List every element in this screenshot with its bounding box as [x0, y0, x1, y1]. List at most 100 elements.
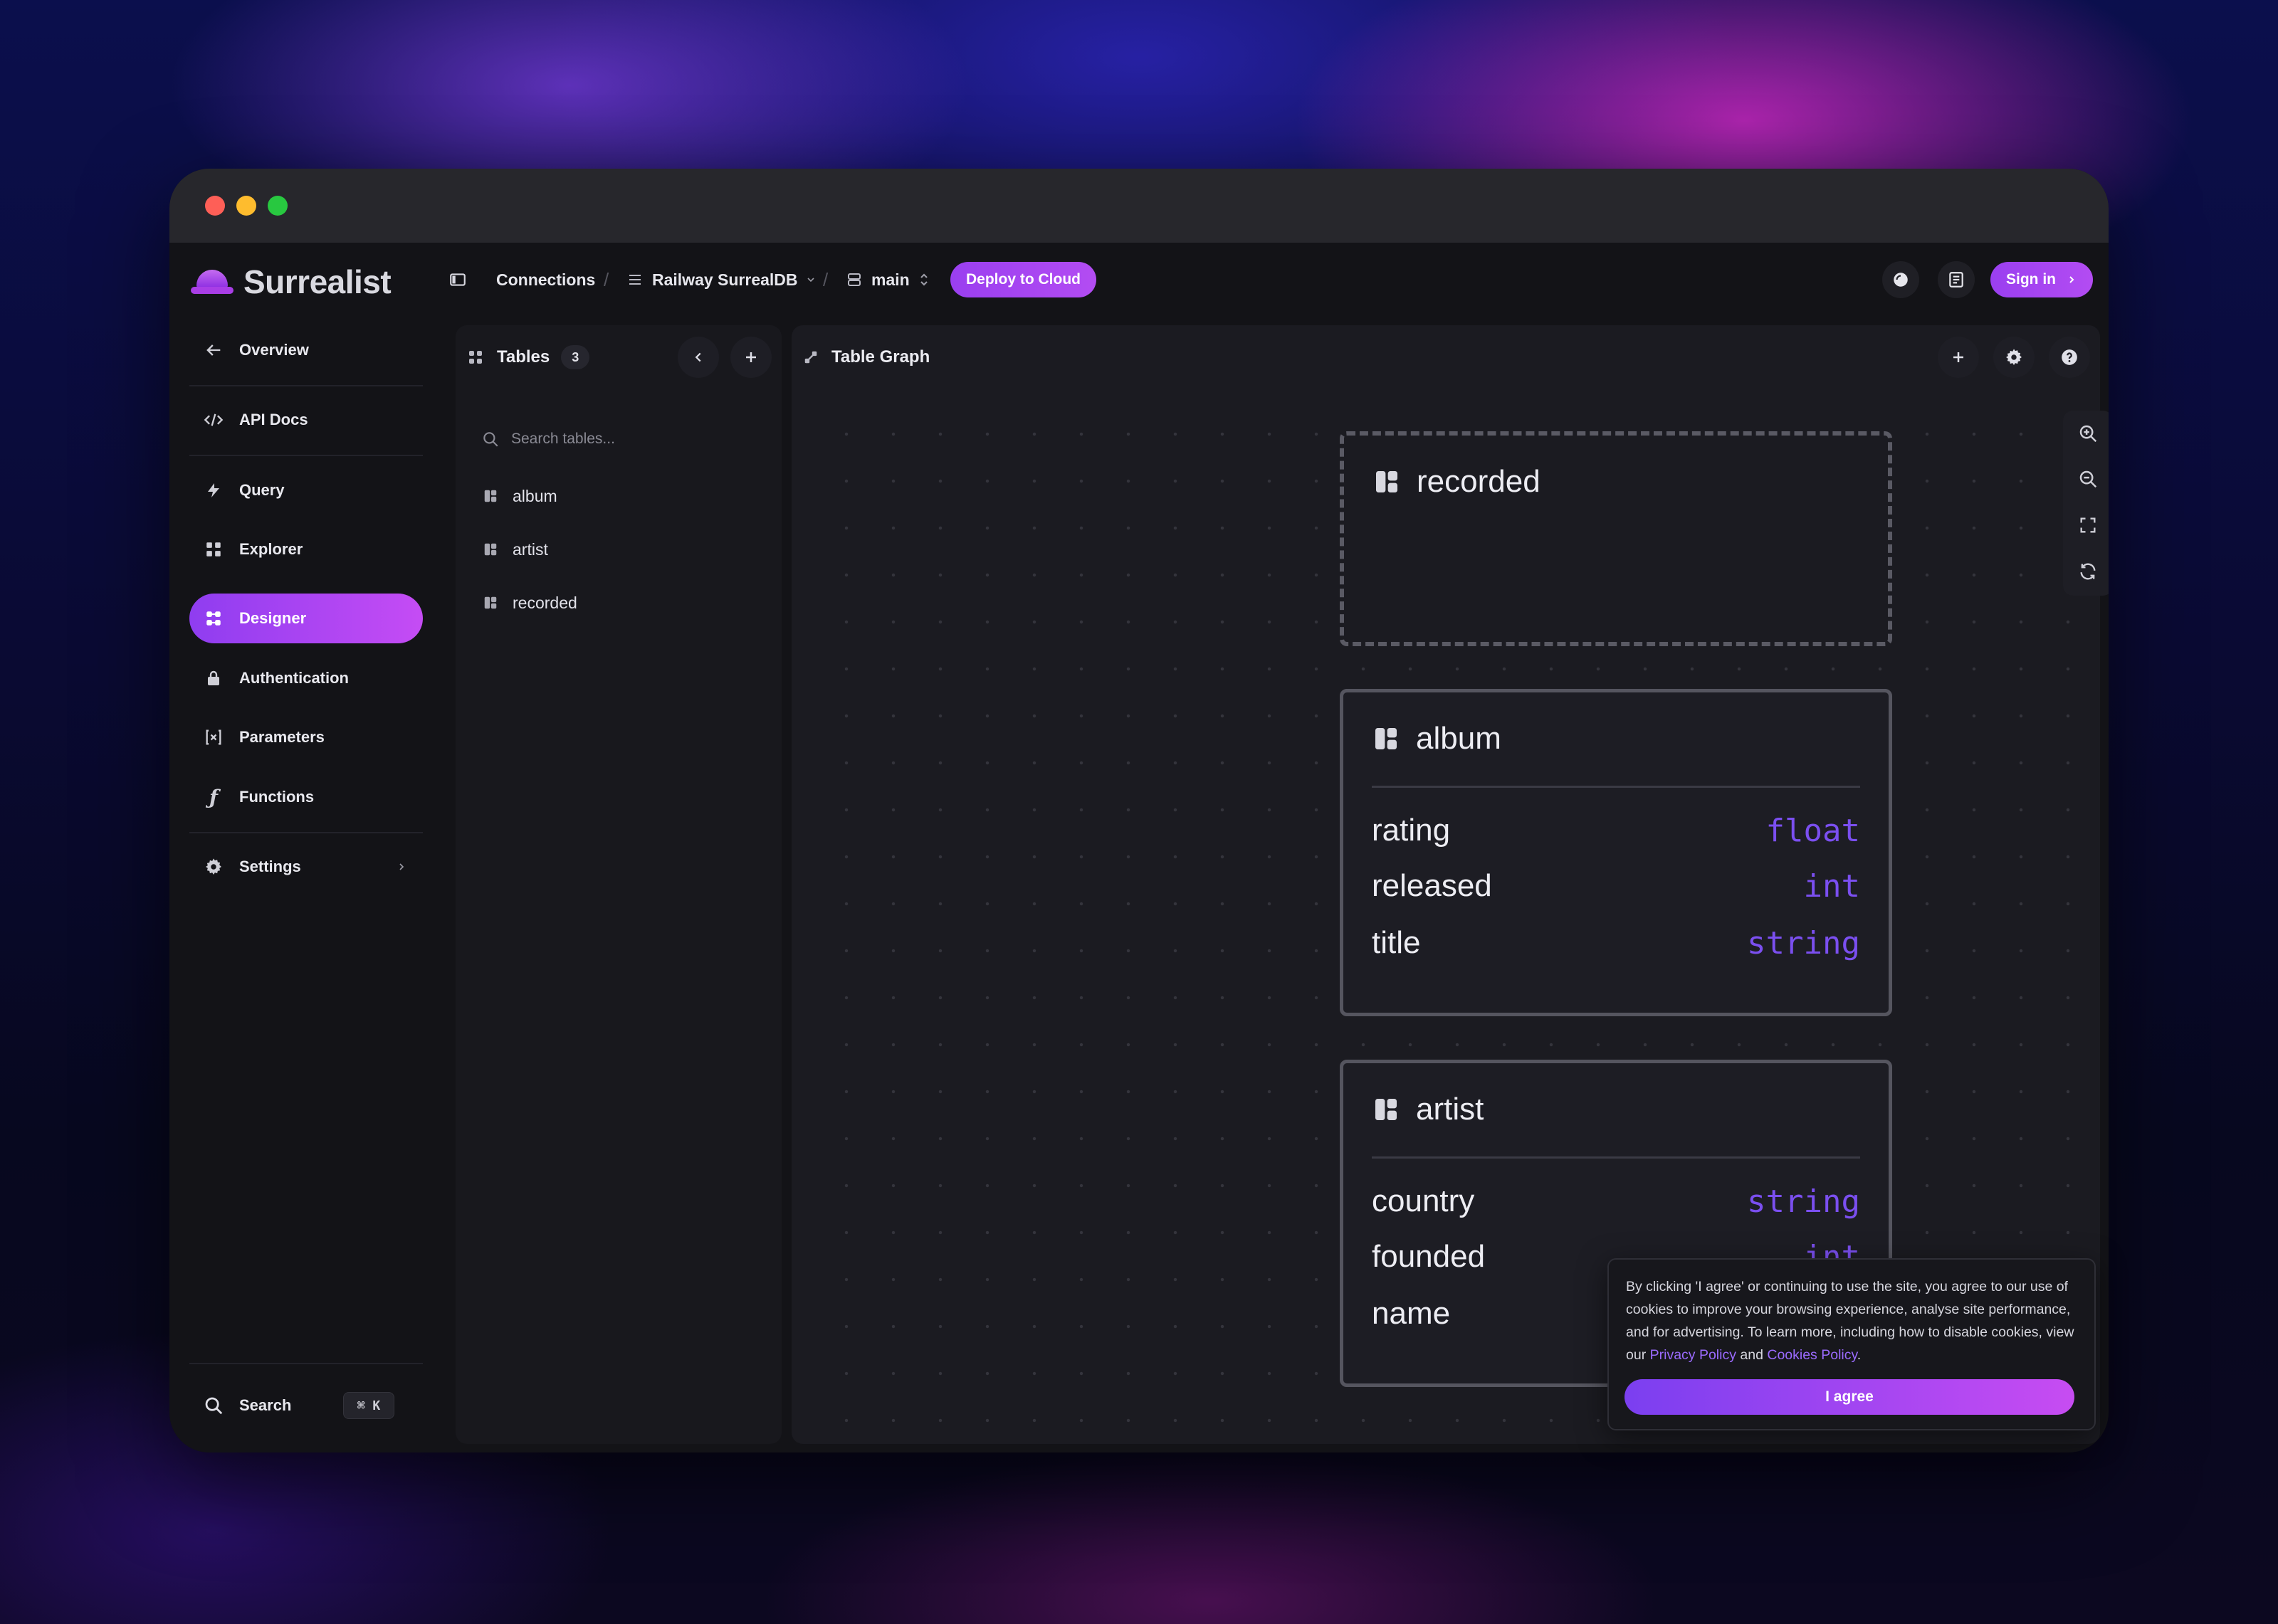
graph-node-recorded[interactable]: recorded	[1340, 431, 1892, 646]
minimize-window-button[interactable]	[236, 196, 256, 216]
graph-help-button[interactable]	[2049, 337, 2090, 378]
table-name: album	[513, 486, 557, 505]
sidebar-item-designer[interactable]: Designer	[189, 594, 423, 643]
node-header: recorded	[1372, 464, 1540, 500]
field-type: string	[1747, 1183, 1860, 1220]
zoom-out-button[interactable]	[2077, 468, 2099, 490]
search-placeholder: Search tables...	[511, 431, 615, 447]
privacy-policy-link[interactable]: Privacy Policy	[1650, 1347, 1736, 1363]
tables-count-badge: 3	[561, 345, 590, 369]
table-icon	[1375, 1099, 1397, 1120]
menu-icon	[629, 275, 641, 285]
graph-panel-title: Table Graph	[831, 347, 930, 367]
chat-button[interactable]	[1882, 261, 1919, 298]
sidebar-item-overview[interactable]: Overview	[189, 325, 423, 375]
sidebar-item-api-docs[interactable]: API Docs	[189, 395, 423, 445]
sidebar-toggle-button[interactable]	[448, 243, 467, 317]
database-icon	[848, 273, 861, 286]
sidebar-item-label: Overview	[239, 341, 309, 359]
sidebar-item-parameters[interactable]: Parameters	[189, 712, 423, 762]
node-title: recorded	[1417, 464, 1540, 499]
sidebar-divider	[189, 455, 423, 456]
sidebar-item-label: Functions	[239, 788, 315, 806]
graph-settings-button[interactable]	[1993, 337, 2035, 378]
search-label: Search	[239, 1396, 292, 1414]
fit-view-button[interactable]	[2077, 514, 2099, 537]
table-icon	[1376, 471, 1397, 492]
designer-icon	[202, 607, 225, 630]
sidebar-item-settings[interactable]: Settings	[189, 842, 423, 892]
top-bar: Surrealist Connections / Railway Surreal…	[169, 243, 2109, 317]
sidebar-divider	[189, 832, 423, 833]
app-logo: Surrealist	[191, 263, 392, 301]
field-name: country	[1372, 1183, 1475, 1218]
help-icon	[2062, 349, 2077, 365]
table-icon	[484, 543, 497, 556]
zoom-out-icon	[2079, 470, 2097, 488]
node-field: released int	[1372, 865, 1860, 907]
sidebar-search-button[interactable]: Search ⌘ K	[189, 1381, 423, 1430]
zoom-in-button[interactable]	[2077, 422, 2099, 445]
namespace-select[interactable]: main	[846, 243, 930, 317]
connections-button[interactable]: Connections	[496, 243, 595, 317]
variable-icon	[202, 726, 225, 749]
table-list-item[interactable]: album	[483, 478, 557, 514]
close-window-button[interactable]	[205, 196, 225, 216]
zoom-controls	[2063, 411, 2109, 596]
field-name: title	[1372, 925, 1421, 960]
chevron-left-icon	[695, 352, 701, 362]
table-icon	[484, 490, 497, 502]
sidebar-item-functions[interactable]: ƒ Functions	[189, 772, 423, 822]
sidebar-divider	[189, 1363, 423, 1364]
search-tables-input[interactable]: Search tables...	[476, 425, 760, 453]
breadcrumb-separator: /	[823, 268, 829, 290]
sidebar-item-label: Query	[239, 481, 285, 499]
table-icon	[1375, 728, 1397, 749]
add-table-button[interactable]	[730, 337, 772, 378]
field-name: rating	[1372, 813, 1451, 848]
cookie-text: By clicking 'I agree' or continuing to u…	[1626, 1275, 2077, 1366]
cookie-text-period: .	[1857, 1347, 1862, 1363]
tables-panel-title: Tables	[497, 347, 550, 367]
cookies-policy-link[interactable]: Cookies Policy	[1767, 1347, 1857, 1363]
maximize-window-button[interactable]	[268, 196, 288, 216]
connection-select[interactable]: Railway SurrealDB	[626, 243, 817, 317]
news-button[interactable]	[1938, 261, 1975, 298]
sidebar-item-authentication[interactable]: Authentication	[189, 653, 423, 703]
refresh-icon	[2080, 563, 2096, 580]
chevron-down-icon	[807, 278, 814, 283]
gear-icon	[202, 855, 225, 878]
sidebar-item-label: Designer	[239, 609, 307, 627]
table-list-item[interactable]: artist	[483, 532, 548, 567]
node-field: title string	[1372, 922, 1860, 964]
deploy-to-cloud-button[interactable]: Deploy to Cloud	[950, 262, 1096, 297]
sign-in-button[interactable]: Sign in	[1990, 262, 2093, 297]
table-list-item[interactable]: recorded	[483, 585, 577, 621]
sidebar: Overview API Docs Query Explorer Designe…	[169, 317, 441, 1452]
code-icon	[202, 408, 225, 431]
sidebar-item-label: Settings	[239, 858, 301, 875]
refresh-layout-button[interactable]	[2077, 560, 2099, 583]
sidebar-item-query[interactable]: Query	[189, 465, 423, 515]
table-name: artist	[513, 539, 548, 559]
sidebar-item-explorer[interactable]: Explorer	[189, 524, 423, 574]
collapse-panel-button[interactable]	[678, 337, 719, 378]
node-field: country string	[1372, 1180, 1860, 1223]
add-graph-table-button[interactable]	[1938, 337, 1979, 378]
node-title: artist	[1416, 1092, 1484, 1127]
chevron-right-icon	[399, 863, 404, 870]
gear-icon	[2006, 349, 2022, 365]
graph-icon	[804, 351, 817, 364]
cookie-text-and: and	[1736, 1347, 1768, 1363]
search-icon	[483, 432, 498, 447]
node-divider	[1372, 786, 1860, 788]
field-name: founded	[1372, 1239, 1486, 1274]
search-shortcut: ⌘ K	[343, 1392, 394, 1419]
lightning-icon	[202, 479, 225, 502]
node-header: album	[1372, 721, 1501, 756]
agree-button[interactable]: I agree	[1624, 1379, 2074, 1415]
app-name: Surrealist	[243, 263, 392, 300]
graph-node-album[interactable]: album rating float released int title st…	[1340, 689, 1892, 1016]
field-type: float	[1765, 812, 1860, 849]
window-titlebar	[169, 169, 2109, 243]
